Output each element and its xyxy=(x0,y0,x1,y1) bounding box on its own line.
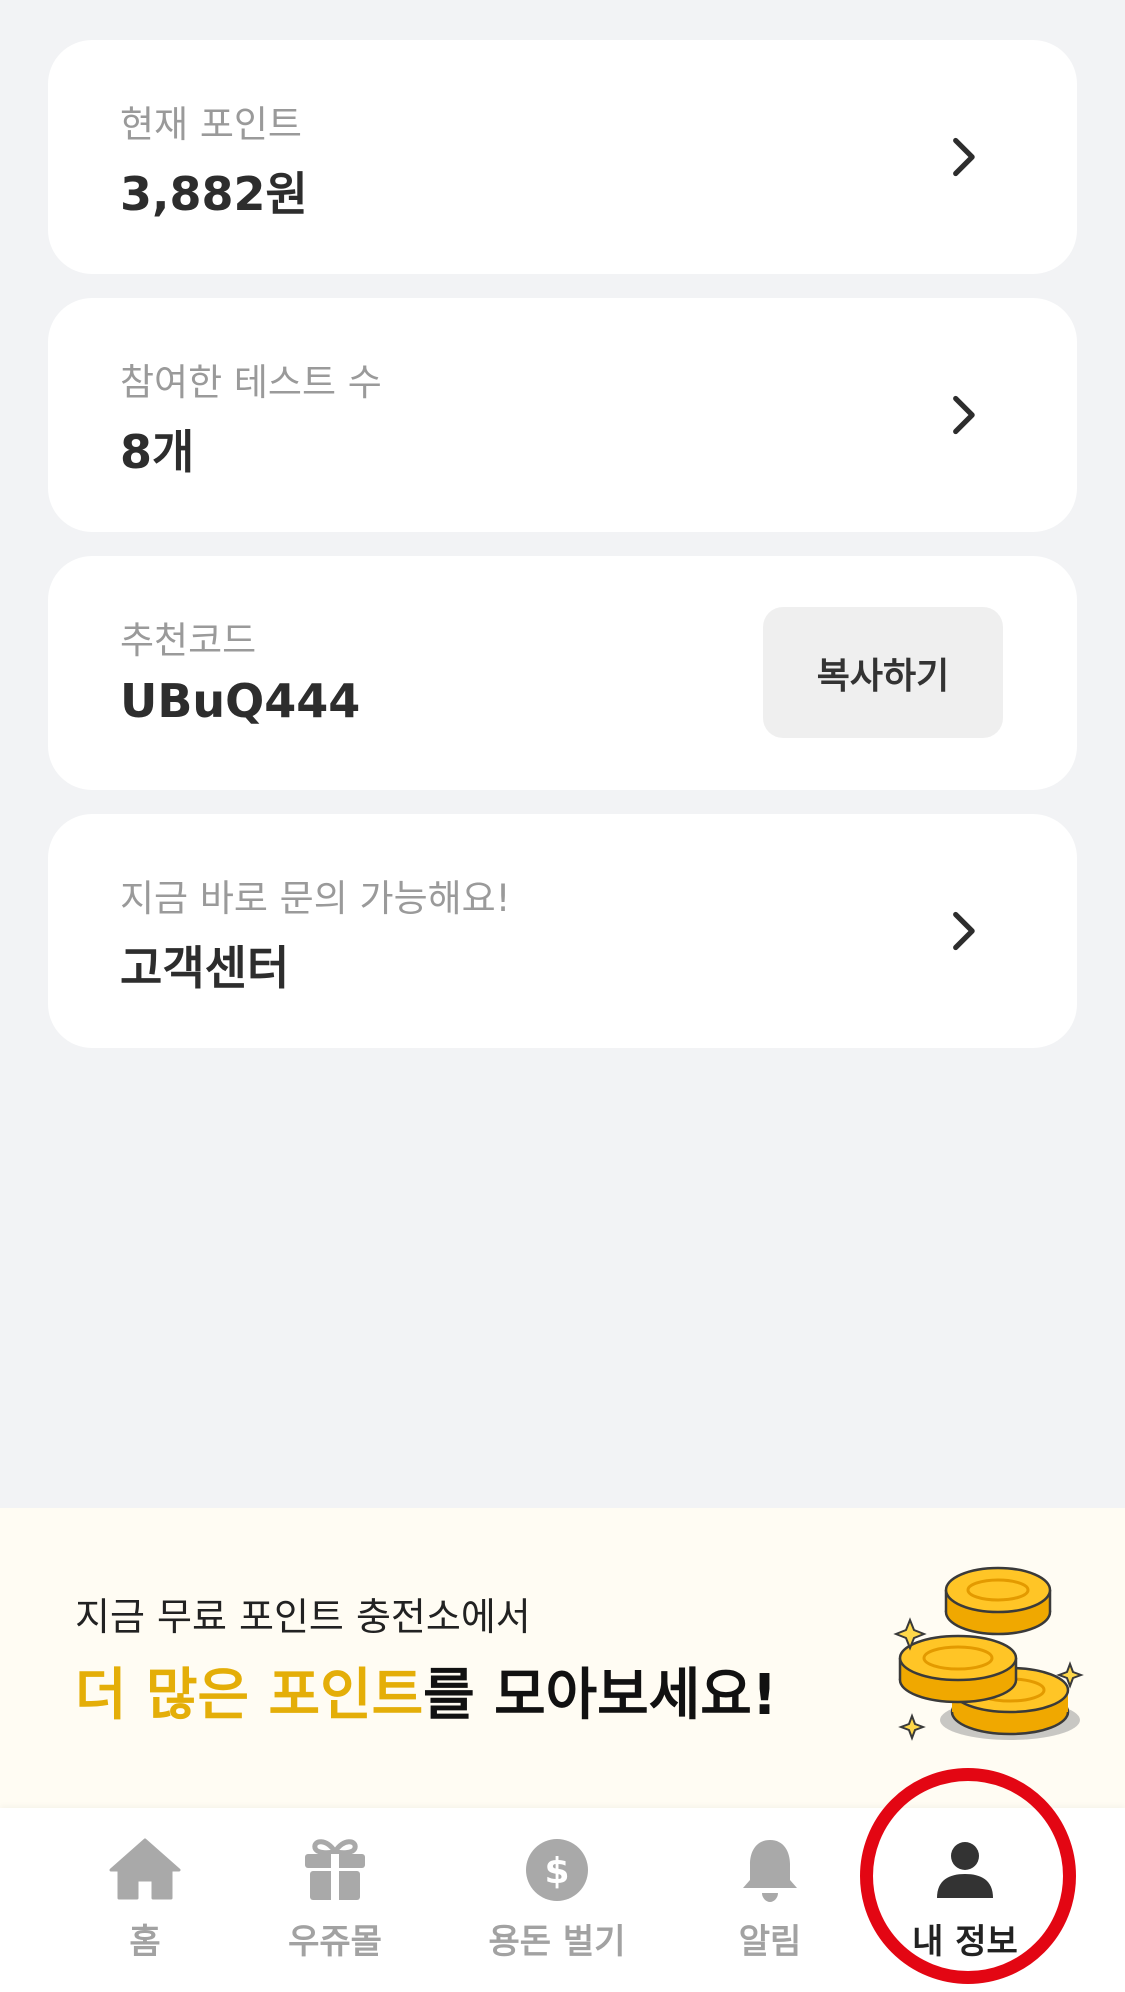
home-icon xyxy=(109,1838,181,1900)
bottom-tab-bar: 홈 우쥬몰 $ 용돈 벌기 알림 내 정보 xyxy=(0,1808,1125,1992)
banner-highlight: 더 많은 포인트 xyxy=(75,1663,424,1728)
person-icon xyxy=(937,1842,993,1898)
tab-earn-money-label: 용돈 벌기 xyxy=(488,1922,626,1962)
tab-mall-label: 우쥬몰 xyxy=(288,1922,382,1962)
tests-count-card[interactable]: 참여한 테스트 수 8개 xyxy=(48,298,1077,532)
chevron-right-icon xyxy=(953,395,975,435)
tests-count-value: 8개 xyxy=(120,425,195,479)
banner-subtitle: 지금 무료 포인트 충전소에서 xyxy=(75,1595,531,1639)
tab-notifications[interactable]: 알림 xyxy=(685,1808,855,1992)
tab-my-info[interactable]: 내 정보 xyxy=(880,1808,1050,1992)
tab-home-label: 홈 xyxy=(129,1922,161,1962)
tab-home[interactable]: 홈 xyxy=(60,1808,230,1992)
referral-code-card: 추천코드 UBuQ444 복사하기 xyxy=(48,556,1077,790)
customer-center-label: 지금 바로 문의 가능해요! xyxy=(120,877,511,920)
chevron-right-icon xyxy=(953,137,975,177)
gift-icon xyxy=(305,1839,365,1900)
bell-icon xyxy=(743,1840,797,1902)
svg-text:$: $ xyxy=(544,1851,569,1892)
tab-mall[interactable]: 우쥬몰 xyxy=(250,1808,420,1992)
dollar-icon: $ xyxy=(526,1839,588,1901)
tab-earn-money[interactable]: $ 용돈 벌기 xyxy=(472,1808,642,1992)
chevron-right-icon xyxy=(953,911,975,951)
referral-code-label: 추천코드 xyxy=(120,619,257,662)
current-points-card[interactable]: 현재 포인트 3,882원 xyxy=(48,40,1077,274)
current-points-label: 현재 포인트 xyxy=(120,103,302,146)
banner-headline-rest: 를 모아보세요! xyxy=(423,1663,778,1728)
tab-notifications-label: 알림 xyxy=(738,1922,802,1962)
banner-headline: 더 많은 포인트를 모아보세요! xyxy=(75,1650,777,1731)
tests-count-label: 참여한 테스트 수 xyxy=(120,361,382,404)
referral-code-value: UBuQ444 xyxy=(120,674,361,728)
customer-center-card[interactable]: 지금 바로 문의 가능해요! 고객센터 xyxy=(48,814,1077,1048)
customer-center-value: 고객센터 xyxy=(120,941,290,995)
copy-button[interactable]: 복사하기 xyxy=(763,607,1003,738)
tab-my-info-label: 내 정보 xyxy=(912,1922,1018,1962)
point-charger-banner[interactable]: 지금 무료 포인트 충전소에서 더 많은 포인트를 모아보세요! xyxy=(0,1508,1125,1808)
current-points-value: 3,882원 xyxy=(120,167,308,221)
coins-icon xyxy=(893,1566,1084,1741)
